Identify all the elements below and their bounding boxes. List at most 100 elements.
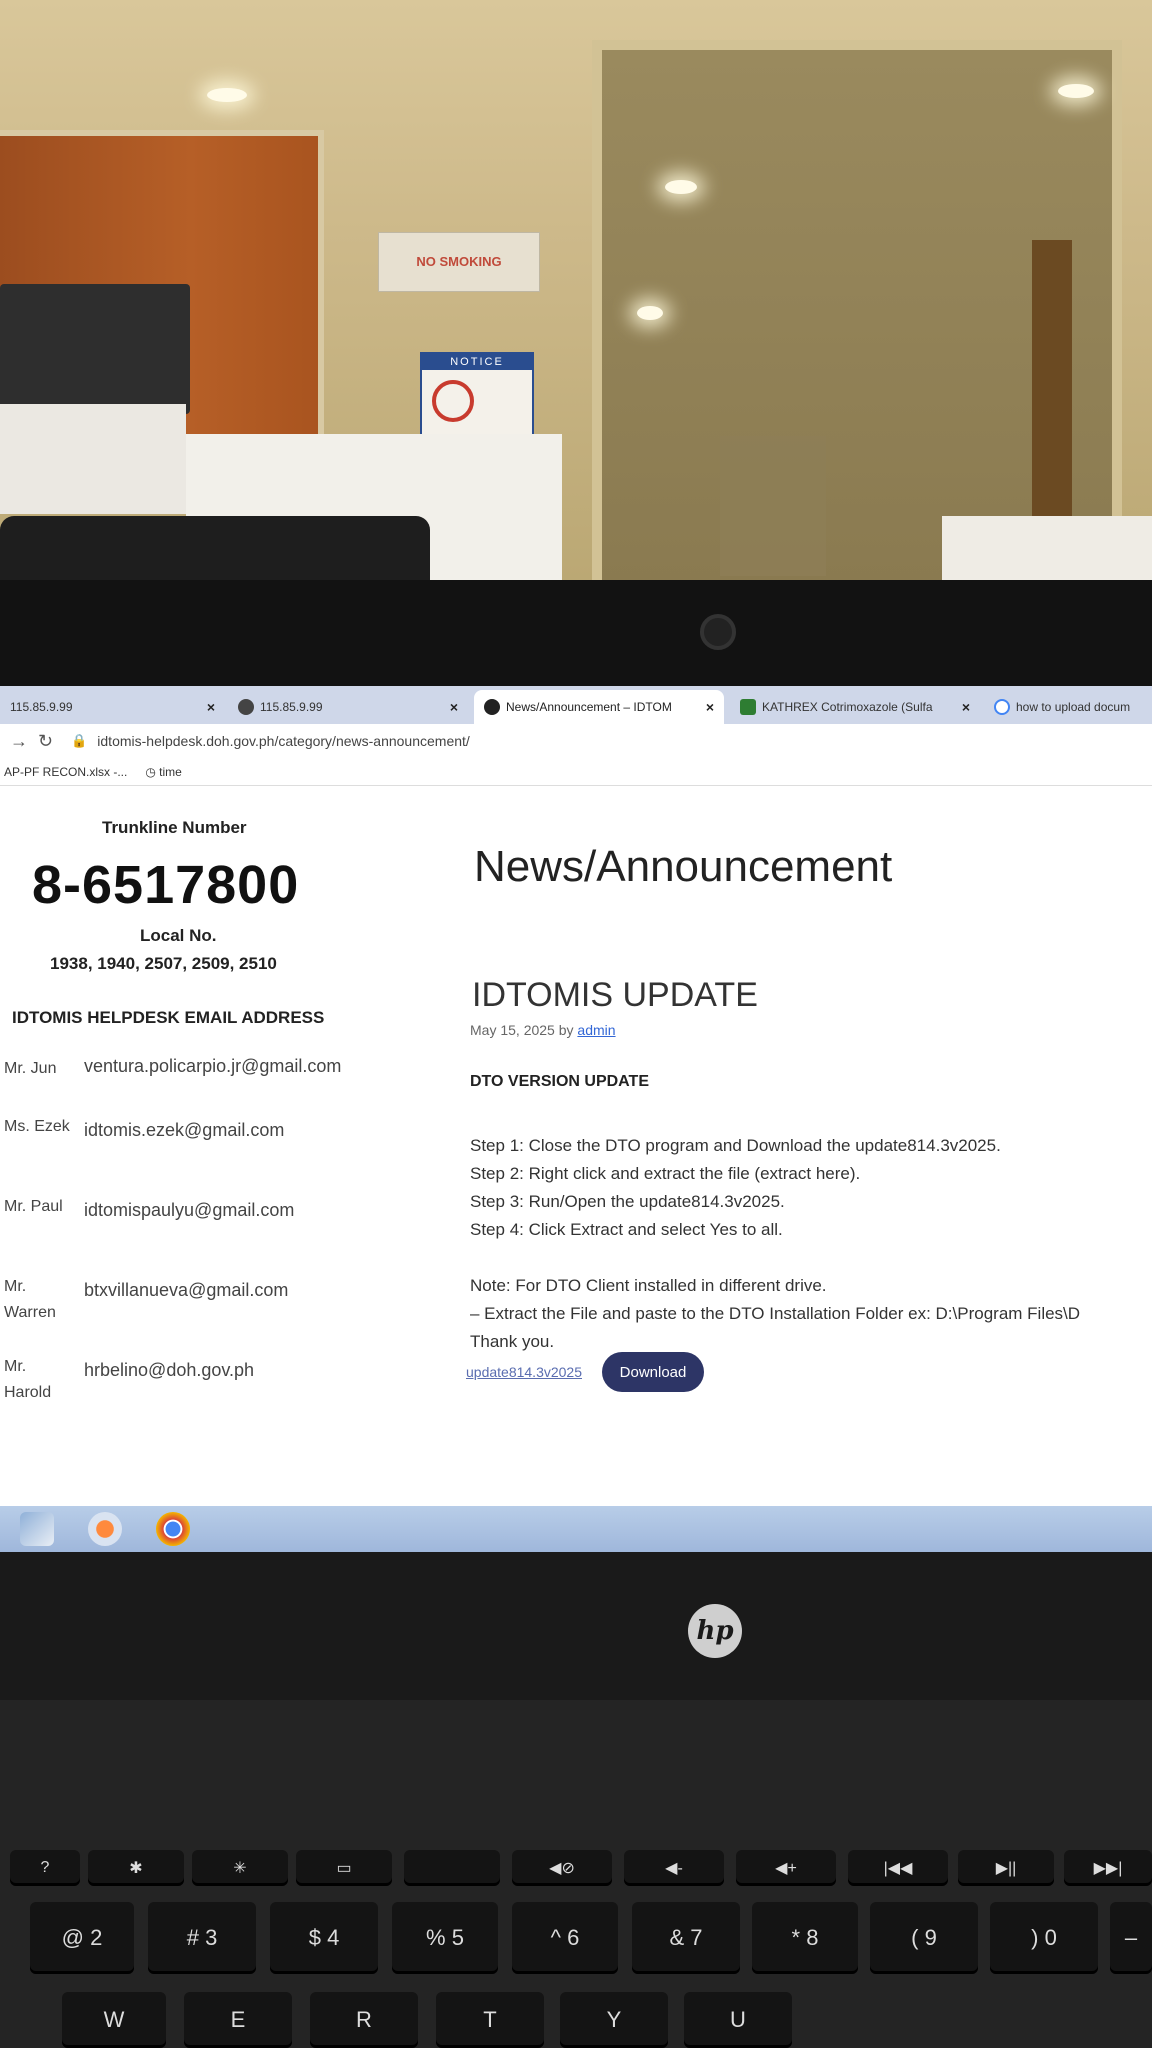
section-heading: DTO VERSION UPDATE (470, 1073, 649, 1090)
tab-google-search[interactable]: how to upload docum (984, 690, 1152, 724)
download-button[interactable]: Download (602, 1352, 704, 1392)
browser-tab-bar: 115.85.9.99 × 115.85.9.99 × News/Announc… (0, 686, 1152, 724)
close-icon[interactable]: × (706, 699, 714, 715)
close-icon[interactable]: × (962, 699, 970, 715)
bookmarks-bar: AP-PF RECON.xlsx -... ◷ time (0, 758, 1152, 786)
key-2[interactable]: @ 2 (30, 1902, 134, 1974)
tab-ip-1[interactable]: 115.85.9.99 × (0, 690, 225, 724)
laptop-screen: 115.85.9.99 × 115.85.9.99 × News/Announc… (0, 686, 1152, 1552)
tab-kathrex[interactable]: KATHREX Cotrimoxazole (Sulfa × (730, 690, 980, 724)
close-icon[interactable]: × (450, 699, 458, 715)
printer (0, 284, 190, 414)
key-f5[interactable] (404, 1850, 500, 1886)
key-f3[interactable]: ✳ (192, 1850, 288, 1886)
key-y[interactable]: Y (560, 1992, 668, 2048)
wall-notice (720, 436, 826, 576)
post-title[interactable]: IDTOMIS UPDATE (472, 976, 758, 1015)
tab-label: 115.85.9.99 (10, 700, 73, 714)
bookmark-label: time (159, 764, 182, 779)
post-by: by (558, 1022, 574, 1038)
key-f10[interactable]: ▶|| (958, 1850, 1054, 1886)
bookmark-time[interactable]: ◷ time (145, 765, 182, 779)
post-author-link[interactable]: admin (577, 1022, 615, 1038)
key-f7[interactable]: ◀- (624, 1850, 724, 1886)
key-f4[interactable]: ▭ (296, 1850, 392, 1886)
key-f6[interactable]: ◀⊘ (512, 1850, 612, 1886)
lock-icon[interactable]: 🔒 (71, 733, 87, 749)
key-t[interactable]: T (436, 1992, 544, 2048)
key-6[interactable]: ^ 6 (512, 1902, 618, 1974)
contact-row: Mr. Jun ventura.policarpio.jr@gmail.com (4, 1056, 424, 1116)
tab-news-announcement[interactable]: News/Announcement – IDTOM × (474, 690, 724, 724)
contact-row: Mr. Paul idtomispaulyu@gmail.com (4, 1194, 424, 1254)
note-text: – Extract the File and paste to the DTO … (470, 1304, 1081, 1323)
keyboard-deck: ? ✱ ✳ ▭ ◀⊘ ◀- ◀+ |◀◀ ▶|| ▶▶| @ 2 # 3 $ 4… (0, 1700, 1152, 2048)
ceiling-light (665, 180, 697, 194)
note-text: Thank you. (470, 1332, 555, 1351)
address-bar: → ↻ 🔒 idtomis-helpdesk.doh.gov.ph/catego… (0, 724, 1152, 758)
key-f11[interactable]: ▶▶| (1064, 1850, 1152, 1886)
contact-name: Ms. Ezek (4, 1118, 70, 1135)
key-w[interactable]: W (62, 1992, 166, 2048)
url-field[interactable]: idtomis-helpdesk.doh.gov.ph/category/new… (97, 733, 470, 749)
contact-name: Mr. Paul (4, 1198, 63, 1215)
close-icon[interactable]: × (207, 699, 215, 715)
key-f1[interactable]: ? (10, 1850, 80, 1886)
contact-email[interactable]: hrbelino@doh.gov.ph (84, 1360, 254, 1381)
chrome-icon[interactable] (156, 1512, 190, 1546)
file-explorer-icon[interactable] (20, 1512, 54, 1546)
laptop-bezel (0, 580, 1152, 686)
local-numbers: 1938, 1940, 2507, 2509, 2510 (50, 954, 277, 973)
webcam (700, 614, 736, 650)
key-minus[interactable]: – (1110, 1902, 1152, 1974)
contact-email[interactable]: idtomis.ezek@gmail.com (84, 1120, 284, 1141)
key-r[interactable]: R (310, 1992, 418, 2048)
step-text: Step 2: Right click and extract the file… (470, 1164, 861, 1183)
key-5[interactable]: % 5 (392, 1902, 498, 1974)
paper-box (0, 404, 186, 514)
clock-icon: ◷ (145, 764, 156, 779)
no-smoking-icon (432, 380, 474, 422)
contact-name: Mr. Harold (4, 1358, 52, 1401)
key-f8[interactable]: ◀+ (736, 1850, 836, 1886)
key-7[interactable]: & 7 (632, 1902, 740, 1974)
contact-email[interactable]: ventura.policarpio.jr@gmail.com (84, 1056, 341, 1077)
reload-icon[interactable]: ↻ (38, 731, 53, 752)
post-meta: May 15, 2025 by admin (470, 1022, 616, 1038)
contact-row: Mr. Harold hrbelino@doh.gov.ph (4, 1354, 424, 1414)
key-8[interactable]: * 8 (752, 1902, 858, 1974)
bookmark-recon[interactable]: AP-PF RECON.xlsx -... (4, 765, 127, 779)
contact-name: Mr. Jun (4, 1060, 57, 1077)
contact-email[interactable]: idtomispaulyu@gmail.com (84, 1200, 294, 1221)
key-4[interactable]: $ 4 (270, 1902, 378, 1974)
paper-stack (942, 516, 1152, 580)
main-content: News/Announcement IDTOMIS UPDATE May 15,… (430, 786, 1152, 1466)
tab-label: 115.85.9.99 (260, 700, 323, 714)
contact-email[interactable]: btxvillanueva@gmail.com (84, 1280, 288, 1301)
forward-icon[interactable]: → (10, 731, 28, 752)
no-smoking-sign: NO SMOKING (378, 232, 540, 292)
contact-row: Ms. Ezek idtomis.ezek@gmail.com (4, 1114, 424, 1174)
post-date[interactable]: May 15, 2025 (470, 1022, 555, 1038)
key-f2[interactable]: ✱ (88, 1850, 184, 1886)
media-player-icon[interactable] (88, 1512, 122, 1546)
key-f9[interactable]: |◀◀ (848, 1850, 948, 1886)
tab-label: how to upload docum (1016, 700, 1131, 714)
google-icon (994, 699, 1010, 715)
ceiling-light (1058, 84, 1094, 98)
email-heading: IDTOMIS HELPDESK EMAIL ADDRESS (12, 1008, 325, 1027)
step-text: Step 4: Click Extract and select Yes to … (470, 1220, 783, 1239)
download-file-link[interactable]: update814.3v2025 (466, 1364, 582, 1380)
key-9[interactable]: ( 9 (870, 1902, 978, 1974)
key-3[interactable]: # 3 (148, 1902, 256, 1974)
ceiling-light (207, 88, 247, 102)
key-0[interactable]: ) 0 (990, 1902, 1098, 1974)
tab-ip-2[interactable]: 115.85.9.99 × (228, 690, 468, 724)
notice-sign-header: NOTICE (422, 354, 532, 370)
key-e[interactable]: E (184, 1992, 292, 2048)
tab-label: News/Announcement – IDTOM (506, 700, 672, 714)
site-favicon-icon (484, 699, 500, 715)
doorway (592, 40, 1122, 580)
key-u[interactable]: U (684, 1992, 792, 2048)
page-title: News/Announcement (474, 842, 893, 891)
